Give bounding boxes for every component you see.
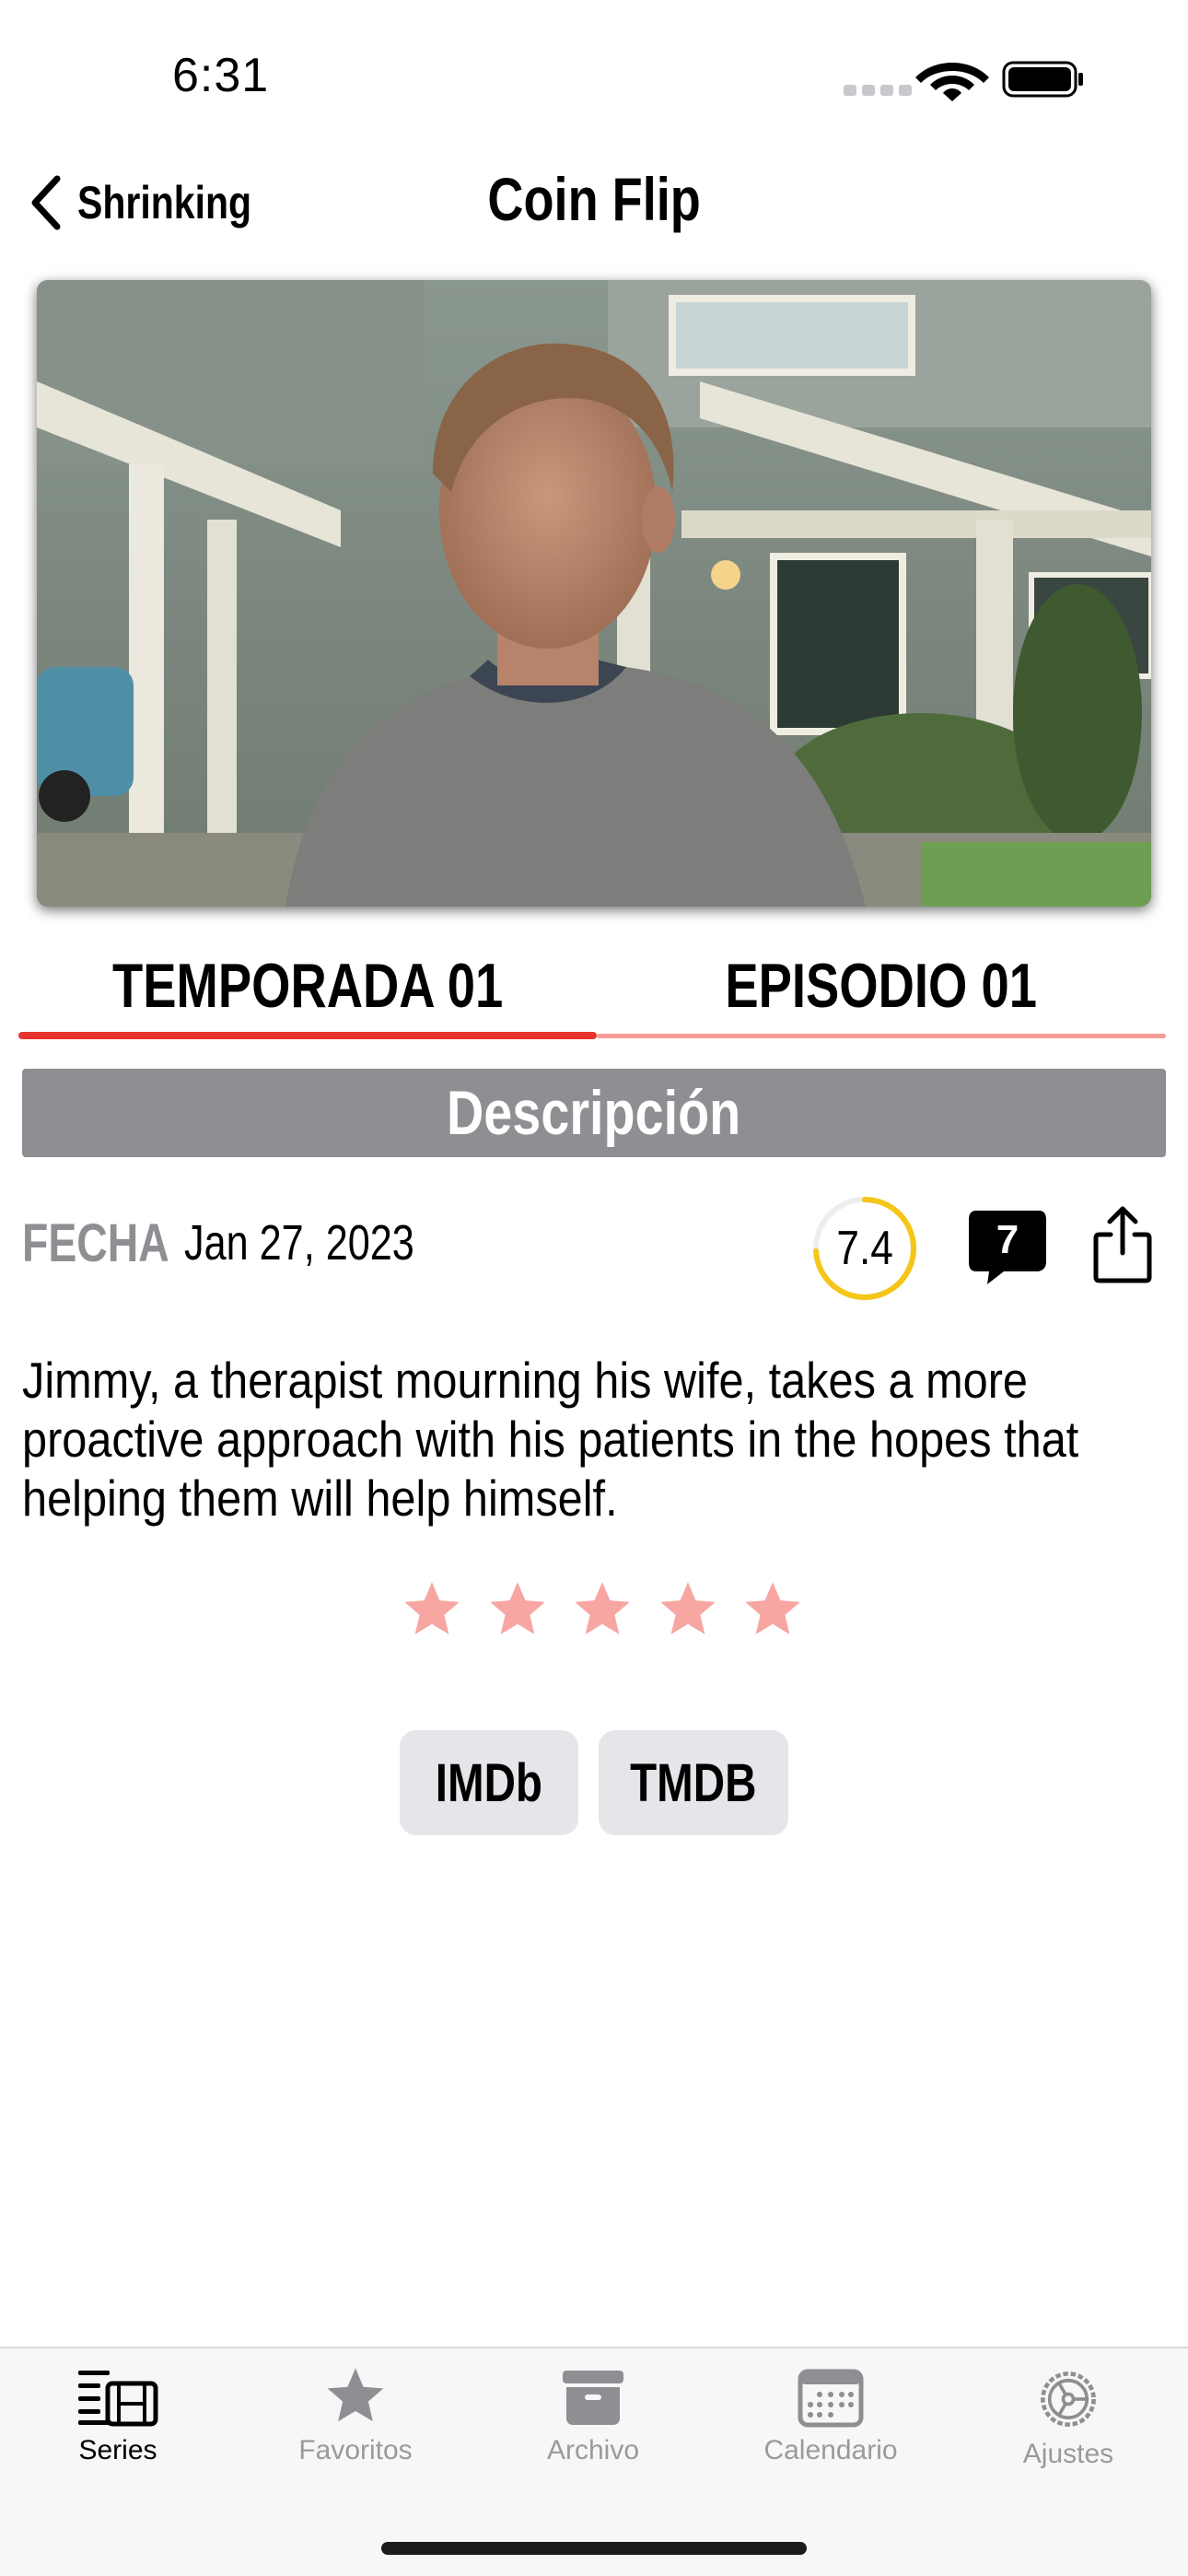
tab-archivo[interactable]: Archivo	[492, 2367, 694, 2466]
tab-favoritos[interactable]: Favoritos	[254, 2367, 457, 2466]
calendar-icon	[798, 2369, 864, 2428]
cellular-signal-icon	[844, 85, 912, 96]
rating-value: 7.4	[836, 1222, 893, 1275]
season-episode-tabs: TEMPORADA 01 EPISODIO 01	[18, 940, 1166, 1043]
air-date: Jan 27, 2023	[184, 1215, 414, 1270]
tab-episode[interactable]: EPISODIO 01	[597, 940, 1166, 1032]
date-label: FECHA	[22, 1213, 169, 1273]
status-time: 6:31	[172, 49, 270, 102]
user-star-rating[interactable]	[400, 1577, 805, 1651]
star-icon[interactable]	[400, 1577, 464, 1642]
episode-meta-row: FECHA Jan 27, 2023 7.4 7	[22, 1194, 1166, 1300]
section-header-description: Descripción	[22, 1069, 1166, 1157]
status-icons	[838, 55, 1087, 101]
battery-icon	[1002, 61, 1083, 98]
series-icon	[78, 2371, 158, 2427]
imdb-button[interactable]: IMDb	[400, 1730, 578, 1835]
tab-series[interactable]: Series	[17, 2367, 219, 2466]
star-icon	[327, 2368, 384, 2422]
episode-still-image	[37, 280, 1151, 907]
tab-inactive-indicator	[597, 1034, 1166, 1038]
comments-count: 7	[996, 1217, 1019, 1262]
home-indicator	[381, 2542, 807, 2555]
star-icon[interactable]	[485, 1577, 550, 1642]
tab-ajustes[interactable]: Ajustes	[967, 2367, 1170, 2470]
share-icon	[1093, 1206, 1152, 1283]
archive-icon	[563, 2371, 623, 2425]
tab-season[interactable]: TEMPORADA 01	[18, 940, 597, 1032]
wifi-icon	[915, 63, 989, 101]
external-links: IMDb TMDB	[400, 1730, 788, 1835]
star-icon[interactable]	[570, 1577, 635, 1642]
episode-overview: Jimmy, a therapist mourning his wife, ta…	[22, 1352, 1079, 1527]
share-button[interactable]	[1090, 1203, 1155, 1286]
page-title: Coin Flip	[487, 165, 701, 233]
episode-detail-screen: 6:31 Shrinking Coin Flip TEMPORADA 01 EP…	[0, 0, 1188, 2576]
tab-calendario[interactable]: Calendario	[729, 2367, 932, 2466]
tmdb-button[interactable]: TMDB	[599, 1730, 788, 1835]
gear-icon	[1041, 2371, 1096, 2427]
rating-badge: 7.4	[810, 1194, 919, 1303]
star-icon[interactable]	[740, 1577, 805, 1642]
star-icon[interactable]	[656, 1577, 720, 1642]
comments-button[interactable]: 7	[967, 1209, 1048, 1286]
tab-active-indicator	[18, 1032, 597, 1039]
